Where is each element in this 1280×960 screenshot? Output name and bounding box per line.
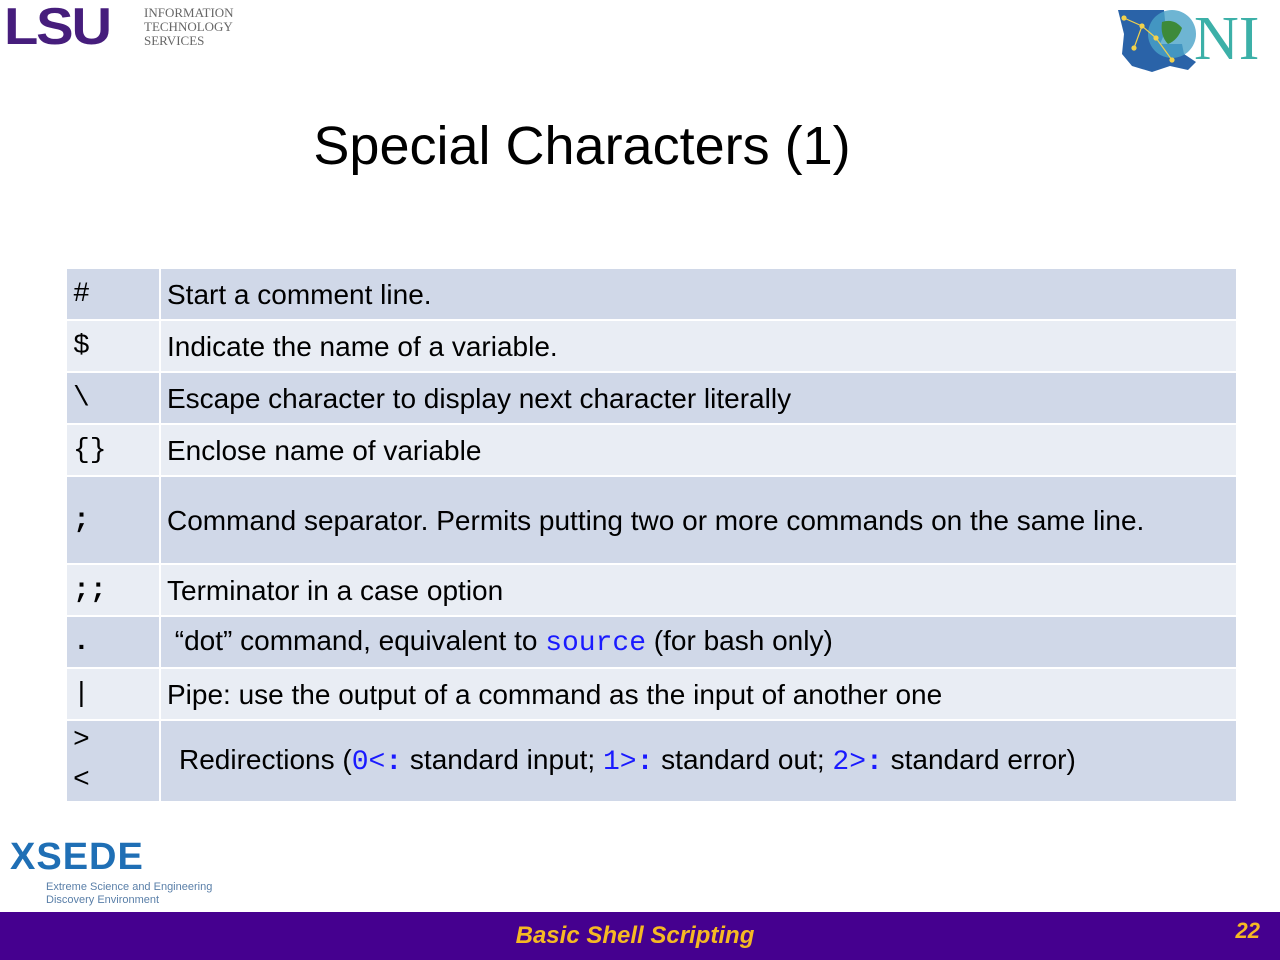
xsede-subtitle-line: Discovery Environment <box>46 894 160 906</box>
table-row: {} Enclose name of variable <box>65 423 1238 477</box>
table-row: ; Command separator. Permits putting two… <box>65 475 1238 565</box>
table-row: # Start a comment line. <box>65 267 1238 321</box>
table-row: \ Escape character to display next chara… <box>65 371 1238 425</box>
description-text: standard out; <box>653 744 833 775</box>
louisiana-map-icon <box>1118 10 1196 72</box>
symbol-cell: # <box>65 267 161 321</box>
symbol-line: > <box>73 725 90 756</box>
code-stdout: 1> <box>602 747 637 778</box>
symbol-cell: . <box>65 615 161 669</box>
lsu-its-logo: LSU INFORMATION TECHNOLOGY SERVICES <box>4 0 244 56</box>
symbol-cell: | <box>65 667 161 721</box>
code-source: source <box>545 628 647 659</box>
lsu-wordmark: LSU <box>4 0 112 56</box>
lsu-subtitle-line: INFORMATION <box>144 5 234 20</box>
table-row: > < Redirections (0<: standard input; 1>… <box>65 719 1238 803</box>
slide-title: Special Characters (1) <box>313 116 851 176</box>
lsu-subtitle-line: SERVICES <box>144 33 205 48</box>
loni-wordmark: NI <box>1194 5 1260 73</box>
table-row: . “dot” command, equivalent to source (f… <box>65 615 1238 669</box>
loni-logo: NI <box>1112 0 1280 80</box>
description-text: standard input; <box>402 744 603 775</box>
xsede-subtitle-line: Extreme Science and Engineering <box>46 881 213 893</box>
symbol-cell: ; <box>65 475 161 565</box>
footer-title: Basic Shell Scripting <box>515 922 755 949</box>
code-stdin: 0< <box>351 747 386 778</box>
description-text: standard error) <box>882 744 1076 775</box>
table-row: | Pipe: use the output of a command as t… <box>65 667 1238 721</box>
description-cell: Redirections (0<: standard input; 1>: st… <box>159 719 1238 803</box>
description-text: (for bash only) <box>646 625 833 656</box>
xsede-subtitle: Extreme Science and Engineering Discover… <box>46 881 212 907</box>
symbol-cell: \ <box>65 371 161 425</box>
description-cell: Terminator in a case option <box>159 563 1238 617</box>
xsede-logo: XSEDE Extreme Science and Engineering Di… <box>10 838 220 908</box>
table-row: $ Indicate the name of a variable. <box>65 319 1238 373</box>
description-cell: Escape character to display next charact… <box>159 371 1238 425</box>
footer-bar: Basic Shell Scripting 22 <box>0 912 1280 960</box>
code-colon: : <box>636 747 654 778</box>
code-colon: : <box>385 747 403 778</box>
lsu-subtitle-line: TECHNOLOGY <box>144 19 233 34</box>
symbol-cell: $ <box>65 319 161 373</box>
description-text: “dot” command, equivalent to <box>174 625 546 656</box>
table-row: ;; Terminator in a case option <box>65 563 1238 617</box>
description-cell: Start a comment line. <box>159 267 1238 321</box>
page-number: 22 <box>1235 918 1260 943</box>
description-text: Redirections ( <box>179 744 352 775</box>
code-colon: : <box>866 747 883 778</box>
xsede-wordmark: XSEDE <box>10 836 144 878</box>
symbol-cell: ;; <box>65 563 161 617</box>
description-cell: Pipe: use the output of a command as the… <box>159 667 1238 721</box>
code-stderr: 2> <box>832 747 867 778</box>
symbol-cell: {} <box>65 423 161 477</box>
description-cell: Enclose name of variable <box>159 423 1238 477</box>
lsu-subtitle: INFORMATION TECHNOLOGY SERVICES <box>144 6 234 48</box>
symbol-line: < <box>73 765 90 796</box>
symbol-cell: > < <box>65 719 161 803</box>
special-characters-table: # Start a comment line. $ Indicate the n… <box>65 267 1238 803</box>
description-cell: Indicate the name of a variable. <box>159 319 1238 373</box>
description-cell: Command separator. Permits putting two o… <box>159 475 1238 565</box>
description-cell: “dot” command, equivalent to source (for… <box>159 615 1238 669</box>
